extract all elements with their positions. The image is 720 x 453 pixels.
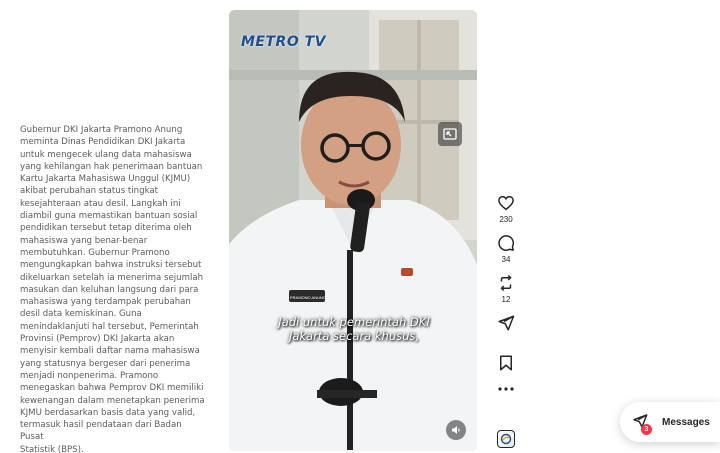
repost-button[interactable]: 12 (497, 274, 515, 305)
video-frame (229, 10, 477, 451)
channel-logo: METRO TV (241, 34, 326, 50)
audio-logo-icon (500, 433, 512, 445)
messages-label: Messages (662, 416, 710, 428)
heart-icon (498, 195, 514, 211)
speaker-icon (452, 426, 460, 434)
subtitle-line-2: Jakarta secara khusus, (288, 329, 420, 343)
comment-button[interactable]: 34 (497, 234, 515, 265)
picture-in-picture-button[interactable] (438, 122, 462, 146)
like-button[interactable]: 230 (497, 194, 515, 225)
post-caption: Gubernur DKI Jakarta Pramono Anung memin… (20, 125, 205, 453)
repost-icon (500, 274, 512, 292)
video-player[interactable]: METRO TV Jadi untuk pemerintah DKI Jakar… (229, 10, 477, 451)
share-icon (498, 315, 515, 331)
messages-badge: 3 (641, 424, 652, 435)
messages-button[interactable]: 3 Messages (620, 402, 720, 442)
mute-button[interactable] (446, 420, 466, 440)
like-count: 230 (499, 215, 513, 224)
more-options-button[interactable] (497, 386, 515, 392)
more-icon (498, 387, 514, 391)
share-button[interactable] (497, 314, 515, 345)
save-button[interactable] (497, 354, 515, 372)
bookmark-icon (500, 355, 512, 371)
name-tag-text: PRAMONO ANUNG (290, 295, 326, 300)
repost-count: 12 (501, 295, 511, 304)
picture-in-picture-icon (443, 128, 457, 140)
post-actions: 230 34 12 (494, 194, 518, 392)
audio-thumbnail[interactable] (497, 430, 515, 448)
subtitle-line-1: Jadi untuk pemerintah DKI (278, 315, 430, 329)
comment-icon (498, 235, 515, 251)
video-subtitle: Jadi untuk pemerintah DKI Jakarta secara… (241, 315, 467, 343)
comment-count: 34 (501, 255, 511, 264)
messages-icon-wrap: 3 (632, 413, 652, 435)
